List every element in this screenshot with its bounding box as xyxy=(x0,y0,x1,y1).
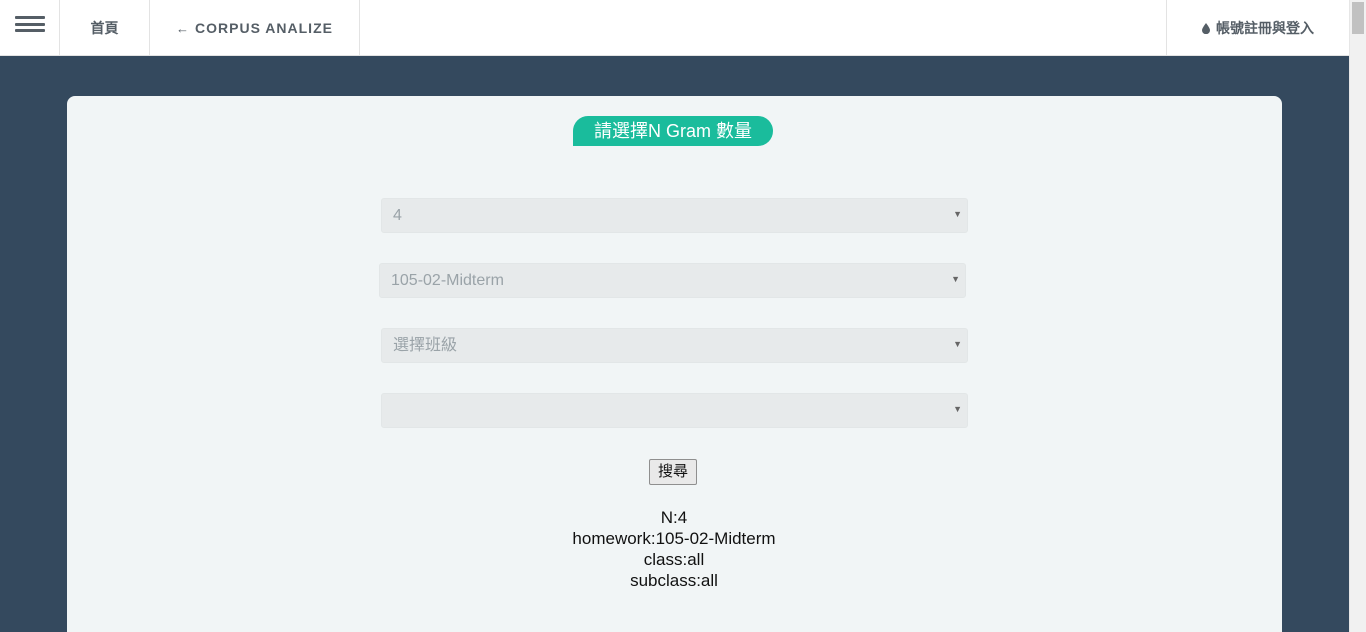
scrollbar-thumb[interactable] xyxy=(1352,2,1364,34)
menu-toggle-button[interactable] xyxy=(0,0,60,56)
homework-select-value: 105-02-Midterm xyxy=(391,272,504,289)
homework-select[interactable]: 105-02-Midterm ▼ xyxy=(379,263,966,298)
nav-home-label: 首頁 xyxy=(90,20,119,36)
chevron-down-icon: ▼ xyxy=(953,339,962,349)
result-summary: N:4 homework:105-02-Midterm class:all su… xyxy=(474,507,874,591)
nav-account-link[interactable]: 帳號註冊與登入 xyxy=(1166,0,1349,56)
result-homework: homework:105-02-Midterm xyxy=(572,529,776,548)
nav-account-label: 帳號註冊與登入 xyxy=(1216,20,1314,36)
nav-back-link[interactable]: ← CORPUS ANALIZE xyxy=(150,0,360,56)
card-title: 請選擇N Gram 數量 xyxy=(573,116,773,146)
ngram-select-value: 4 xyxy=(393,207,402,224)
drop-icon xyxy=(1202,22,1210,34)
chevron-down-icon: ▼ xyxy=(951,274,960,284)
vertical-scrollbar[interactable] xyxy=(1349,0,1366,632)
class-select-placeholder: 選擇班級 xyxy=(393,337,458,354)
class-select[interactable]: 選擇班級 ▼ xyxy=(381,328,968,363)
chevron-down-icon: ▼ xyxy=(953,404,962,414)
chevron-down-icon: ▼ xyxy=(953,209,962,219)
result-n: N:4 xyxy=(660,508,688,527)
result-subclass: subclass:all xyxy=(630,571,718,590)
nav-home-link[interactable]: 首頁 xyxy=(60,0,150,56)
nav-back-label: CORPUS ANALIZE xyxy=(195,20,333,36)
arrow-left-icon: ← xyxy=(176,20,191,36)
ngram-select[interactable]: 4 ▼ xyxy=(381,198,968,233)
main-card: 請選擇N Gram 數量 4 ▼ 105-02-Midterm ▼ 選擇班級 ▼… xyxy=(67,96,1282,632)
subclass-select[interactable]: ▼ xyxy=(381,393,968,428)
search-button[interactable]: 搜尋 xyxy=(649,459,697,485)
result-class: class:all xyxy=(643,550,705,569)
hamburger-icon xyxy=(15,16,45,32)
top-navbar: 首頁 ← CORPUS ANALIZE 帳號註冊與登入 xyxy=(0,0,1349,56)
